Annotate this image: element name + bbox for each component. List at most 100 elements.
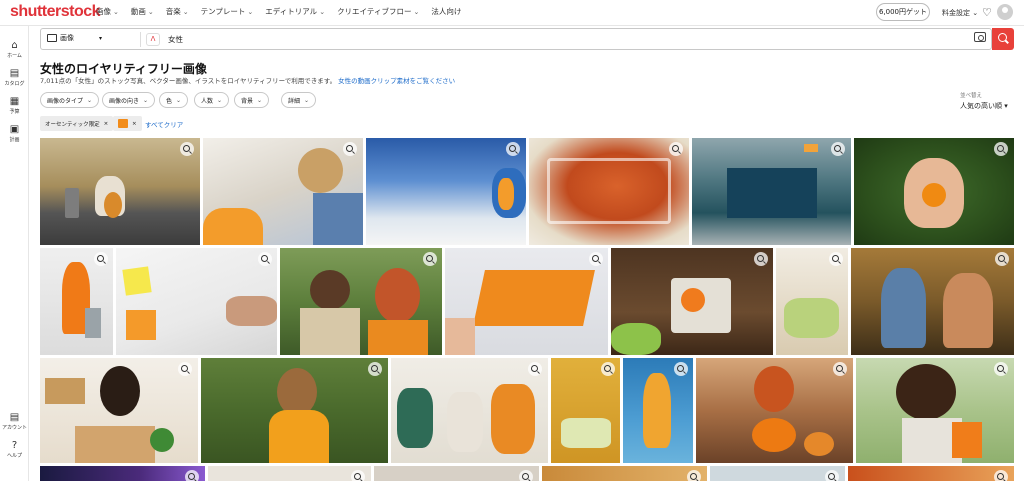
hand-shape <box>226 296 277 326</box>
magnifier-icon[interactable] <box>343 142 357 156</box>
image-tile-lasagna[interactable] <box>529 138 689 245</box>
nav-link-templates[interactable]: テンプレート ⌄ <box>201 6 254 17</box>
hand-shape <box>445 318 475 355</box>
image-tile-hands-marigold[interactable] <box>854 138 1014 245</box>
magnifier-icon[interactable] <box>674 362 688 376</box>
rail-item-help[interactable]: ? ヘルプ <box>0 440 29 459</box>
magnifier-icon[interactable] <box>258 252 272 266</box>
shutterstock-logo[interactable]: shutterstock <box>10 3 101 21</box>
applied-filter-authentic[interactable]: オーセンティック限定 × <box>40 116 114 131</box>
image-tile-airport-board[interactable] <box>692 138 851 245</box>
video-clips-link[interactable]: 女性の動画クリップ素材をご覧ください <box>338 77 455 85</box>
close-icon[interactable]: × <box>132 121 137 127</box>
image-tile-woman-boxes[interactable] <box>40 358 198 463</box>
chevron-down-icon: ⌄ <box>143 96 149 104</box>
magnifier-icon[interactable] <box>825 470 839 481</box>
magnifier-icon[interactable] <box>528 362 542 376</box>
magnifier-icon[interactable] <box>994 470 1008 481</box>
filter-people[interactable]: 人数 ⌄ <box>194 92 230 108</box>
search-type-dropdown[interactable]: 画像 ▾ <box>47 33 102 43</box>
rail-item-plan2[interactable]: ▣ 計画 <box>0 124 29 143</box>
close-icon[interactable]: × <box>104 121 109 127</box>
magnifier-icon[interactable] <box>351 470 365 481</box>
filter-background[interactable]: 背景 ⌄ <box>234 92 270 108</box>
ai-search-icon[interactable]: ᐱ <box>146 33 160 46</box>
magnifier-icon[interactable] <box>178 362 192 376</box>
image-tile-cake-slices[interactable] <box>551 358 620 463</box>
child-shirt-shape <box>313 193 363 245</box>
image-tile-couple-phone[interactable] <box>280 248 442 355</box>
nav-link-music[interactable]: 音楽 ⌄ <box>166 6 189 17</box>
filter-details[interactable]: 詳細 ⌄ <box>281 92 317 108</box>
magnifier-icon[interactable] <box>829 252 843 266</box>
rail-item-account[interactable]: ▤ アカウント <box>0 412 29 431</box>
orange-sleeve-shape <box>203 208 263 245</box>
image-tile-cutting-carrots[interactable] <box>611 248 773 355</box>
magnifier-icon[interactable] <box>831 142 845 156</box>
chevron-down-icon: ⌄ <box>257 96 263 104</box>
magnifier-icon[interactable] <box>687 470 701 481</box>
applied-filter-color[interactable]: × <box>113 116 142 131</box>
magnifier-icon[interactable] <box>994 362 1008 376</box>
magnifier-icon[interactable] <box>185 470 199 481</box>
image-tile-row4-1[interactable] <box>40 466 205 481</box>
credits-button[interactable]: 6,000円ゲット <box>876 3 930 21</box>
magnifier-icon[interactable] <box>180 142 194 156</box>
rail-item-plan[interactable]: ▦ 予算 <box>0 96 29 115</box>
image-tile-woman-pumpkins[interactable] <box>696 358 853 463</box>
filter-image-type[interactable]: 画像のタイプ ⌄ <box>40 92 100 108</box>
magnifier-icon[interactable] <box>368 362 382 376</box>
image-tile-lemon-plants[interactable] <box>776 248 848 355</box>
search-input[interactable] <box>168 32 988 47</box>
image-tile-row4-5[interactable] <box>710 466 845 481</box>
camera-icon[interactable] <box>974 32 986 42</box>
nav-link-creative-flow[interactable]: クリエイティブフロー ⌄ <box>337 6 419 17</box>
magnifier-icon[interactable] <box>94 252 108 266</box>
magnifier-icon[interactable] <box>833 362 847 376</box>
image-tile-woman-orange-jumpsuit[interactable] <box>40 248 113 355</box>
plan-icon: ▦ <box>9 96 20 107</box>
filter-orientation[interactable]: 画像の向き ⌄ <box>102 92 156 108</box>
image-tile-sewing-fabric[interactable] <box>445 248 608 355</box>
magnifier-icon[interactable] <box>506 142 520 156</box>
image-tile-sticky-notes-board[interactable] <box>116 248 277 355</box>
orange-note-shape <box>126 310 156 340</box>
nav-link-editorial[interactable]: エディトリアル ⌄ <box>265 6 325 17</box>
image-tile-friends-drinking[interactable] <box>851 248 1014 355</box>
nav-link-images[interactable]: 画像 ⌄ <box>96 6 119 17</box>
heart-icon[interactable]: ♡ <box>982 6 992 19</box>
image-tile-row4-4[interactable] <box>542 466 707 481</box>
magnifier-icon[interactable] <box>519 470 533 481</box>
user-avatar-icon[interactable] <box>997 4 1013 20</box>
chevron-down-icon: ⌄ <box>176 96 182 104</box>
image-tile-friends-guitar[interactable] <box>391 358 548 463</box>
image-tile-woman-pool[interactable] <box>623 358 693 463</box>
magnifier-icon[interactable] <box>669 142 683 156</box>
price-setting-dropdown[interactable]: 料金設定 ⌄ <box>942 8 978 18</box>
magnifier-icon[interactable] <box>994 142 1008 156</box>
image-tile-woman-park-phone[interactable] <box>201 358 388 463</box>
magnifier-icon[interactable] <box>423 252 437 266</box>
nav-link-video[interactable]: 動画 ⌄ <box>131 6 154 17</box>
magnifier-icon[interactable] <box>754 252 768 266</box>
rail-item-home[interactable]: ⌂ ホーム <box>0 40 29 59</box>
image-tile-snow-cannon[interactable] <box>366 138 526 245</box>
magnifier-icon[interactable] <box>589 252 603 266</box>
image-tile-woman-notebook[interactable] <box>856 358 1014 463</box>
clear-all-link[interactable]: すべてクリア <box>145 119 183 129</box>
magnifier-icon[interactable] <box>995 252 1009 266</box>
image-tile-row4-3[interactable] <box>374 466 539 481</box>
image-tile-row4-2[interactable] <box>208 466 371 481</box>
image-tile-row4-6[interactable] <box>848 466 1014 481</box>
rail-item-catalog[interactable]: ▤ カタログ <box>0 68 29 87</box>
cake-shape <box>561 418 611 448</box>
image-tile-woman-guitar-road[interactable] <box>40 138 200 245</box>
filter-color[interactable]: 色 ⌄ <box>159 92 189 108</box>
image-tile-kids-drawing[interactable] <box>203 138 363 245</box>
sort-dropdown[interactable]: 人気の高い順 ▾ <box>960 101 1008 111</box>
search-button[interactable] <box>992 28 1014 50</box>
magnifier-icon[interactable] <box>601 362 615 376</box>
hair-shape <box>100 366 140 416</box>
calendar-icon: ▣ <box>9 124 20 135</box>
nav-link-business[interactable]: 法人向け <box>431 6 461 17</box>
